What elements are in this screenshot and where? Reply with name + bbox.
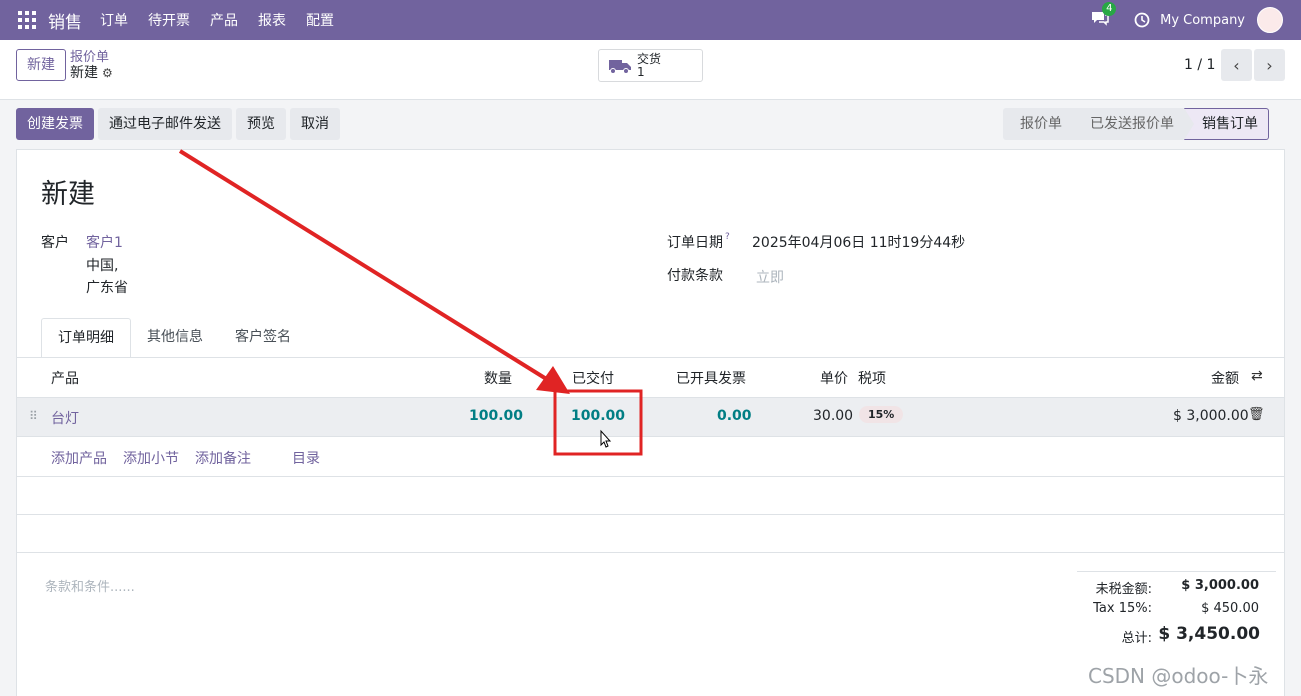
customer-link[interactable]: 客户1	[86, 232, 123, 252]
catalog-link[interactable]: 目录	[292, 448, 320, 468]
add-note-link[interactable]: 添加备注	[195, 448, 251, 468]
total-value: $ 3,450.00	[1158, 624, 1260, 644]
record-title: 新建	[41, 179, 95, 210]
smart-button-value: 1	[637, 64, 645, 79]
delivery-smart-button[interactable]: 交货 1	[598, 49, 703, 82]
row-delivered[interactable]: 100.00	[571, 408, 625, 424]
divider	[17, 552, 1284, 553]
menu-configuration[interactable]: 配置	[306, 10, 334, 30]
row-amount: $ 3,000.00	[1173, 408, 1249, 424]
col-header-quantity[interactable]: 数量	[484, 368, 512, 388]
trash-icon[interactable]: 🗑	[1248, 407, 1265, 422]
untaxed-amount-value: $ 3,000.00	[1181, 578, 1259, 593]
gear-icon[interactable]: ⚙	[102, 65, 113, 82]
add-product-link[interactable]: 添加产品	[51, 448, 107, 468]
status-bar: 报价单 已发送报价单 销售订单	[1003, 108, 1269, 140]
stage-quotation[interactable]: 报价单	[1003, 108, 1082, 140]
payment-terms-field[interactable]: 立即	[756, 267, 784, 287]
form-sheet: 新建 客户 客户1 中国, 广东省 订单日期? 2025年04月06日 11时1…	[16, 149, 1285, 696]
row-tax-badge[interactable]: 15%	[859, 406, 904, 423]
menu-products[interactable]: 产品	[210, 10, 238, 30]
new-button[interactable]: 新建	[16, 49, 66, 81]
customer-label: 客户	[41, 235, 69, 251]
watermark: CSDN @odoo-卜永	[1088, 664, 1269, 688]
customer-address-line1: 中国,	[86, 258, 119, 274]
optional-columns-icon[interactable]: ⇄	[1251, 368, 1263, 384]
cancel-button[interactable]: 取消	[290, 108, 340, 140]
breadcrumb-parent[interactable]: 报价单	[70, 50, 113, 65]
divider	[17, 514, 1284, 515]
help-tooltip-icon[interactable]: ?	[725, 232, 730, 242]
top-navbar: 销售 订单 待开票 产品 报表 配置 4 My Company	[0, 0, 1301, 40]
drag-handle-icon[interactable]: ⠿	[29, 409, 38, 423]
tab-divider	[17, 357, 1284, 358]
stage-sales-order[interactable]: 销售订单	[1184, 108, 1269, 140]
pager-next-button[interactable]: ›	[1254, 49, 1285, 81]
breadcrumb-current: 新建	[70, 65, 98, 81]
menu-to-invoice[interactable]: 待开票	[148, 10, 190, 30]
order-date-field[interactable]: 2025年04月06日 11时19分44秒	[752, 232, 965, 252]
tab-customer-signature[interactable]: 客户签名	[219, 318, 307, 358]
customer-address-line2: 广东省	[86, 280, 128, 296]
terms-conditions-field[interactable]: 条款和条件......	[45, 576, 135, 595]
user-avatar[interactable]	[1257, 7, 1283, 33]
create-invoice-button[interactable]: 创建发票	[16, 108, 94, 140]
menu-orders[interactable]: 订单	[100, 10, 128, 30]
chat-count-badge: 4	[1102, 2, 1117, 16]
truck-icon	[609, 59, 631, 74]
breadcrumb: 报价单 新建 ⚙	[70, 50, 113, 82]
control-panel: 新建 报价单 新建 ⚙ 交货 1 1 / 1 ‹ ›	[0, 40, 1301, 100]
smart-button-label: 交货	[637, 51, 662, 66]
col-header-delivered[interactable]: 已交付	[572, 368, 614, 388]
messaging-button[interactable]: 4	[1090, 2, 1117, 30]
col-header-amount[interactable]: 金额	[1211, 368, 1239, 388]
divider	[17, 476, 1284, 477]
col-header-unit-price[interactable]: 单价	[820, 368, 848, 388]
payment-terms-label: 付款条款	[667, 268, 723, 284]
apps-menu-icon[interactable]	[18, 11, 36, 29]
pager-prev-button[interactable]: ‹	[1221, 49, 1252, 81]
order-date-label: 订单日期?	[667, 232, 730, 251]
tax-value: $ 450.00	[1201, 601, 1259, 616]
add-section-link[interactable]: 添加小节	[123, 448, 179, 468]
row-product[interactable]: 台灯	[51, 408, 79, 428]
untaxed-amount-label: 未税金额:	[1095, 582, 1152, 597]
notebook-tabs: 订单明细 其他信息 客户签名	[41, 318, 307, 358]
action-buttons: 创建发票 通过电子邮件发送 预览 取消	[16, 108, 344, 140]
col-header-invoiced[interactable]: 已开具发票	[676, 368, 746, 388]
col-header-product[interactable]: 产品	[51, 368, 79, 388]
row-quantity[interactable]: 100.00	[469, 408, 523, 424]
preview-button[interactable]: 预览	[236, 108, 286, 140]
stage-quotation-sent[interactable]: 已发送报价单	[1072, 108, 1194, 140]
clock-icon[interactable]	[1134, 12, 1150, 28]
company-switcher[interactable]: My Company	[1160, 13, 1245, 28]
menu-reports[interactable]: 报表	[258, 10, 286, 30]
row-unit-price[interactable]: 30.00	[813, 408, 853, 424]
totals-divider	[1077, 571, 1276, 572]
col-header-taxes[interactable]: 税项	[858, 368, 886, 388]
tab-other-info[interactable]: 其他信息	[131, 318, 219, 358]
app-name[interactable]: 销售	[48, 8, 82, 33]
chevron-right-icon: ›	[1266, 55, 1273, 75]
pager-value[interactable]: 1 / 1	[1184, 57, 1215, 73]
table-row[interactable]	[17, 397, 1284, 437]
row-invoiced[interactable]: 0.00	[717, 408, 752, 424]
tab-order-lines[interactable]: 订单明细	[41, 318, 131, 358]
tax-label: Tax 15%:	[1093, 601, 1152, 616]
send-by-email-button[interactable]: 通过电子邮件发送	[98, 108, 232, 140]
chevron-left-icon: ‹	[1233, 55, 1240, 75]
